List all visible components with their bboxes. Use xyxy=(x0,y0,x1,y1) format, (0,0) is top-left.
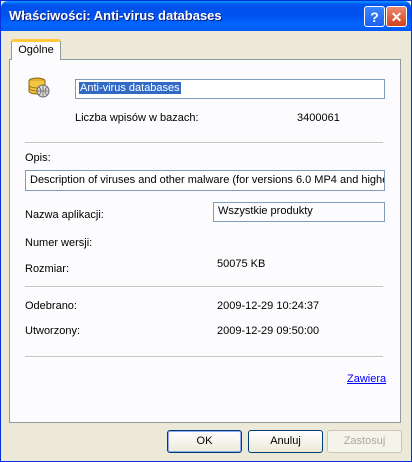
cancel-button[interactable]: Anuluj xyxy=(248,430,323,453)
help-button[interactable]: ? xyxy=(364,6,385,27)
database-globe-icon xyxy=(28,77,50,98)
created-label: Utworzony: xyxy=(25,325,81,337)
contains-link[interactable]: Zawiera xyxy=(347,373,386,385)
ok-button[interactable]: OK xyxy=(167,430,242,453)
properties-window: Właściwości: Anti-virus databases ? ✕ Og… xyxy=(0,0,412,462)
separator xyxy=(25,286,383,288)
received-label: Odebrano: xyxy=(25,300,77,312)
close-button[interactable]: ✕ xyxy=(386,6,407,27)
description-label: Opis: xyxy=(25,152,51,164)
name-field[interactable]: Anti-virus databases xyxy=(75,79,385,99)
separator xyxy=(25,142,383,144)
title-bar[interactable]: Właściwości: Anti-virus databases ? ✕ xyxy=(1,1,411,31)
received-value: 2009-12-29 10:24:37 xyxy=(217,300,320,312)
description-field[interactable]: Description of viruses and other malware… xyxy=(25,170,385,191)
separator xyxy=(25,356,383,358)
window-title: Właściwości: Anti-virus databases xyxy=(9,8,222,23)
size-label: Rozmiar: xyxy=(25,263,70,275)
close-icon: ✕ xyxy=(390,8,403,25)
help-icon: ? xyxy=(370,8,379,25)
app-name-field[interactable]: Wszystkie produkty xyxy=(213,202,385,222)
app-name-label: Nazwa aplikacji: xyxy=(25,209,104,221)
tab-general[interactable]: Ogólne xyxy=(11,39,61,60)
name-field-value: Anti-virus databases xyxy=(79,82,181,94)
created-value: 2009-12-29 09:50:00 xyxy=(217,325,320,337)
size-value: 50075 KB xyxy=(217,258,266,270)
version-label: Numer wersji: xyxy=(25,237,93,249)
apply-button[interactable]: Zastosuj xyxy=(327,430,402,453)
records-value: 3400061 xyxy=(297,112,340,124)
records-label: Liczba wpisów w bazach: xyxy=(75,112,199,124)
